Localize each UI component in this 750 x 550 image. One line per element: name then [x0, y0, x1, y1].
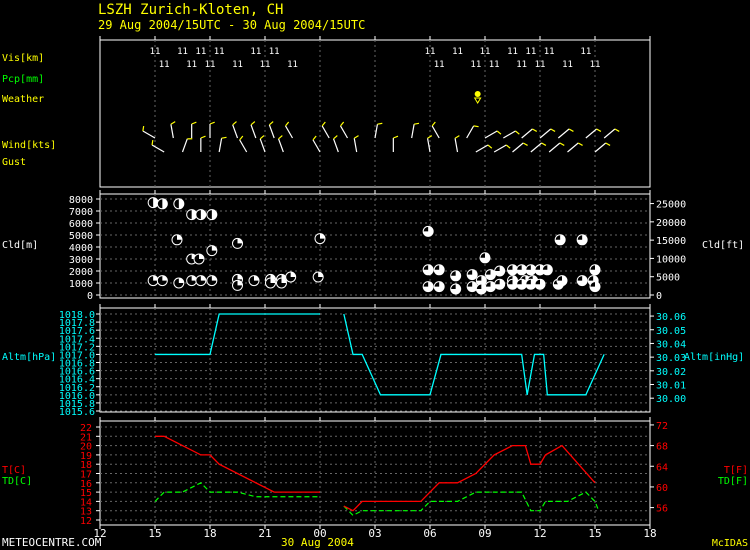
x-tick-label: 15 [148, 527, 161, 540]
dewpoint-left-label: TD[C] [2, 476, 32, 487]
gust-row-label: Gust [2, 157, 26, 168]
altimeter-inhg-tick-label: 30.00 [656, 394, 686, 405]
visibility-value: 11 [480, 47, 491, 57]
cloud-m-tick-label: 5000 [69, 231, 93, 242]
x-tick-label: 18 [643, 527, 656, 540]
altimeter-hpa-tick-label: 1018.0 [59, 310, 95, 321]
weather-row-label: Weather [2, 94, 44, 105]
altimeter-inhg-tick-label: 30.03 [656, 353, 686, 364]
visibility-value: 11 [159, 60, 170, 70]
visibility-value: 11 [205, 60, 216, 70]
x-tick-label: 18 [203, 527, 216, 540]
altimeter-inhg-tick-label: 30.05 [656, 326, 686, 337]
altimeter-inhg-tick-label: 30.02 [656, 367, 686, 378]
pcp-row-label: Pcp[mm] [2, 74, 44, 85]
visibility-value: 11 [287, 60, 298, 70]
temp-f-tick-label: 72 [656, 421, 668, 432]
visibility-value: 11 [425, 47, 436, 57]
visibility-value: 11 [544, 47, 555, 57]
altimeter-right-label: Altm[inHg] [684, 352, 744, 363]
altimeter-left-label: Altm[hPa] [2, 352, 56, 363]
cloud-m-tick-label: 8000 [69, 195, 93, 206]
visibility-value: 11 [232, 60, 243, 70]
altimeter-inhg-tick-label: 30.04 [656, 339, 686, 350]
temp-f-tick-label: 56 [656, 504, 668, 515]
temp-right-label: T[F] [724, 465, 748, 476]
cloud-m-tick-label: 6000 [69, 219, 93, 230]
visibility-value: 11 [516, 60, 527, 70]
x-tick-label: 06 [423, 527, 436, 540]
visibility-value: 11 [489, 60, 500, 70]
cloud-ft-tick-label: 15000 [656, 236, 686, 247]
cloud-ft-tick-label: 25000 [656, 200, 686, 211]
wind-row-label: Wind[kts] [2, 140, 56, 151]
footer-site: METEOCENTRE.COM [2, 536, 102, 549]
visibility-value: 11 [269, 47, 280, 57]
temp-f-tick-label: 68 [656, 442, 668, 453]
cloud-m-tick-label: 4000 [69, 243, 93, 254]
wind-barb-feather [151, 139, 154, 146]
temp-c-tick-label: 22 [80, 423, 92, 434]
temp-f-tick-label: 64 [656, 462, 668, 473]
visibility-value: 11 [470, 60, 481, 70]
visibility-value: 11 [177, 47, 188, 57]
visibility-value: 11 [214, 47, 225, 57]
visibility-value: 11 [580, 47, 591, 57]
visibility-value: 11 [250, 47, 261, 57]
visibility-value: 11 [507, 47, 518, 57]
cloud-ft-tick-label: 10000 [656, 254, 686, 265]
x-tick-label: 12 [93, 527, 106, 540]
x-tick-label: 12 [533, 527, 546, 540]
cloud-m-tick-label: 7000 [69, 207, 93, 218]
visibility-value: 11 [562, 60, 573, 70]
vis-row-label: Vis[km] [2, 53, 44, 64]
visibility-value: 11 [434, 60, 445, 70]
cloud-ft-tick-label: 0 [656, 291, 662, 302]
wind-barb-feather [473, 125, 479, 128]
cloud-m-tick-label: 2000 [69, 267, 93, 278]
visibility-value: 11 [535, 60, 546, 70]
cloud-ft-tick-label: 5000 [656, 273, 680, 284]
cloud-ft-tick-label: 20000 [656, 218, 686, 229]
altimeter-inhg-tick-label: 30.01 [656, 381, 686, 392]
temp-left-label: T[C] [2, 465, 26, 476]
wind-barb-feather [142, 125, 145, 132]
cloud-m-tick-label: 3000 [69, 255, 93, 266]
altimeter-inhg-tick-label: 30.06 [656, 312, 686, 323]
cloud-m-tick-label: 0 [87, 291, 93, 302]
visibility-value: 11 [195, 47, 206, 57]
visibility-value: 11 [150, 47, 161, 57]
x-tick-label: 00 [313, 527, 326, 540]
footer-brand: McIDAS [712, 538, 748, 549]
dewpoint-right-label: TD[F] [718, 476, 748, 487]
cloud-m-tick-label: 1000 [69, 279, 93, 290]
visibility-value: 11 [186, 60, 197, 70]
meteogram: LSZH Zurich-Kloten, CH 29 Aug 2004/15UTC… [0, 0, 750, 550]
x-tick-label: 09 [478, 527, 491, 540]
x-tick-label: 15 [588, 527, 601, 540]
x-tick-label: 21 [258, 527, 271, 540]
visibility-value: 11 [260, 60, 271, 70]
visibility-value: 11 [452, 47, 463, 57]
period-subtitle: 29 Aug 2004/15UTC - 30 Aug 2004/15UTC [98, 18, 365, 32]
temp-f-tick-label: 60 [656, 483, 668, 494]
x-tick-label: 03 [368, 527, 381, 540]
weather-rain-icon [474, 91, 481, 97]
cloud-left-label: Cld[m] [2, 240, 38, 251]
visibility-value: 11 [525, 47, 536, 57]
cloud-right-label: Cld[ft] [702, 240, 744, 251]
visibility-value: 11 [590, 60, 601, 70]
station-title: LSZH Zurich-Kloten, CH [98, 2, 283, 18]
